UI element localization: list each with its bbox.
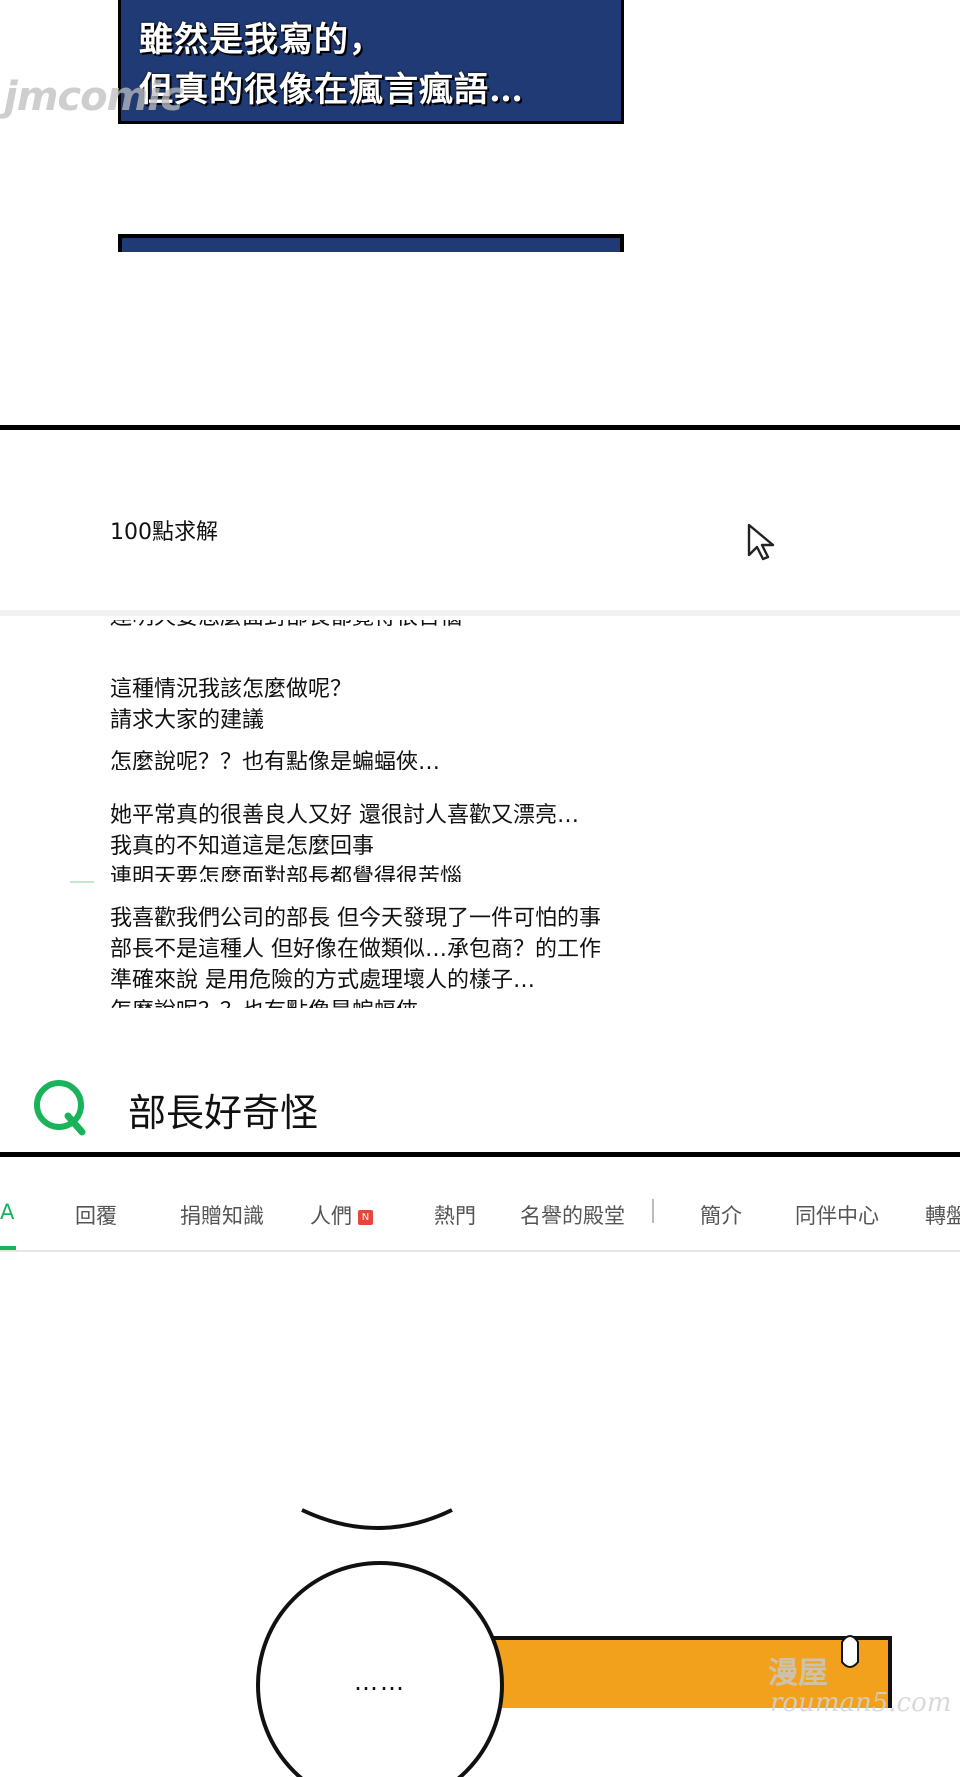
comic-panel-art: [256, 1508, 892, 1777]
speech-bubble-text: ……: [354, 1668, 406, 1696]
post-text-line: 請求大家的建議: [110, 708, 265, 733]
post-text-clipped: 怎麼說呢？？也有點像是蝙蝠俠…: [110, 996, 440, 1008]
tab-partner-center[interactable]: 同伴中心: [795, 1200, 879, 1230]
post-body-strip-3: 我喜歡我們公司的部長 但今天發現了一件可怕的事 部長不是這種人 但好像在做類似……: [110, 900, 670, 1008]
narration-line-1: 雖然是我寫的，: [139, 20, 384, 60]
watermark-bottom-url: rouman5.com: [770, 1688, 952, 1718]
narration-line-2: 但真的很像在瘋言瘋語…: [139, 70, 524, 110]
tab-replies[interactable]: 回覆: [75, 1200, 117, 1230]
mouse-cursor-icon: [747, 523, 775, 561]
watermark-top: jmcomic: [4, 74, 184, 120]
post-text-clipped: 怎麼說呢？？也有點像是蝙蝠俠…: [110, 750, 441, 770]
tab-hall-of-fame[interactable]: 名譽的殿堂: [520, 1200, 625, 1230]
narration-box-partial: [118, 234, 624, 252]
panel-border: [0, 1152, 960, 1157]
tab-qa[interactable]: A: [0, 1200, 14, 1224]
search-query[interactable]: 部長好奇怪: [128, 1082, 318, 1137]
narration-box: 雖然是我寫的， 但真的很像在瘋言瘋語…: [118, 0, 624, 124]
tab-people[interactable]: 人們 N: [310, 1200, 373, 1230]
post-text-clipped: 連明天要怎麼面對部長都覺得很苦惱: [110, 865, 463, 882]
tab-hot[interactable]: 熱門: [434, 1200, 476, 1230]
post-body-strip-1: 連明天要怎麼面對部長都覺得很苦惱 這種情況我該怎麼做呢？ 請求大家的建議 怎麼說…: [110, 620, 670, 770]
post-text-line: 她平常真的很善良人又好 還很討人喜歡又漂亮…: [110, 803, 579, 828]
post-text-line: 這種情況我該怎麼做呢？: [110, 677, 353, 702]
post-text-line: 部長不是這種人 但好像在做類似…承包商？的工作: [110, 937, 601, 962]
post-text-line: 準確來說 是用危險的方式處理壞人的樣子…: [110, 968, 535, 993]
panel-border: [0, 425, 960, 430]
q-logo-icon: [34, 1080, 86, 1136]
watermark-bottom: 漫屋: [768, 1656, 828, 1691]
active-tab-indicator: [0, 1246, 16, 1250]
tab-separator: [652, 1199, 654, 1223]
tab-bar: A 回覆 捐贈知識 人們 N 熱門 名譽的殿堂 簡介 同伴中心 轉盤: [0, 1178, 960, 1252]
tab-profile[interactable]: 簡介: [700, 1200, 742, 1230]
post-body-strip-2: 她平常真的很善良人又好 還很討人喜歡又漂亮… 我真的不知道這是怎麼回事 連明天要…: [110, 800, 670, 882]
question-title: 100點求解: [110, 520, 218, 545]
new-badge: N: [358, 1209, 373, 1225]
post-text-line: 我真的不知道這是怎麼回事: [110, 834, 375, 859]
divider: [0, 610, 960, 616]
tab-people-label: 人們: [310, 1204, 352, 1228]
highlight-mark: [70, 881, 94, 883]
post-text-clipped: 連明天要怎麼面對部長都覺得很苦惱: [110, 620, 462, 633]
post-text-line: 我喜歡我們公司的部長 但今天發現了一件可怕的事: [110, 906, 601, 931]
tab-donate-knowledge[interactable]: 捐贈知識: [180, 1200, 264, 1230]
tab-roulette[interactable]: 轉盤: [925, 1200, 960, 1230]
